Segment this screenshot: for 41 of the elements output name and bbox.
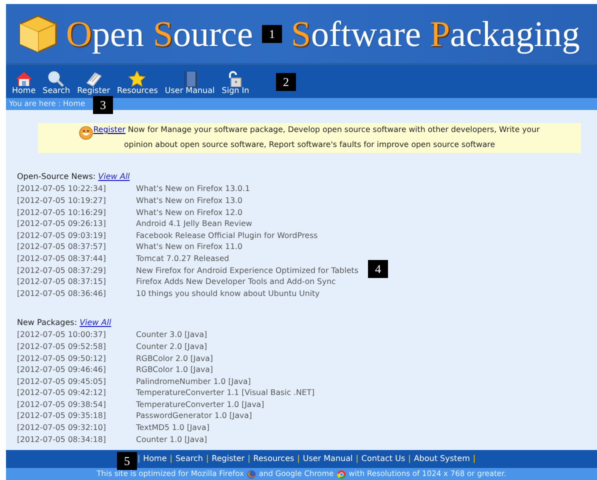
separator: |	[356, 453, 358, 465]
notebook-icon	[84, 71, 103, 88]
footer-link[interactable]: About System	[414, 453, 470, 465]
star-icon	[128, 71, 146, 88]
padlock-icon	[226, 71, 244, 88]
footer-link[interactable]: Contact Us	[361, 453, 406, 465]
nav-item[interactable]: Sign In	[222, 71, 250, 96]
separator: |	[137, 453, 140, 465]
nav-item[interactable]: Search	[42, 71, 70, 96]
section-heading: Open-Source News:	[17, 172, 96, 182]
home-icon	[14, 71, 33, 88]
section-heading: New Packages:	[17, 318, 78, 328]
callout-marker: 1	[262, 24, 282, 42]
title-word: Source	[152, 16, 253, 52]
smiley-icon	[79, 126, 94, 140]
title-word: Packaging	[430, 16, 580, 52]
footer-link[interactable]: Home	[143, 453, 167, 465]
search-icon	[47, 71, 66, 88]
nav-item[interactable]: Resources	[117, 71, 158, 96]
footer-link[interactable]: Register	[212, 453, 245, 465]
footer-link[interactable]: Search	[175, 453, 203, 465]
separator: |	[206, 453, 209, 465]
separator: |	[472, 453, 476, 465]
nav-item[interactable]: Home	[12, 71, 36, 96]
separator: |	[408, 453, 411, 465]
separator: |	[248, 453, 250, 465]
separator: |	[170, 453, 172, 465]
chrome-icon	[336, 470, 346, 478]
separator: |	[297, 453, 300, 465]
callout-marker: 4	[368, 260, 388, 278]
nav-item[interactable]: Register	[77, 71, 110, 96]
nav-item[interactable]: User Manual	[164, 71, 215, 96]
footer-link[interactable]: User Manual	[302, 453, 353, 465]
title-word: Software	[290, 16, 421, 52]
title-word: Open	[66, 16, 144, 52]
view-all-link[interactable]: View All	[80, 318, 112, 328]
callout-marker: 2	[276, 73, 296, 91]
view-all-link[interactable]: View All	[98, 172, 130, 182]
callout-marker: 3	[93, 96, 113, 114]
callout-marker: 5	[117, 452, 137, 470]
footer-link[interactable]: Resources	[253, 453, 294, 465]
